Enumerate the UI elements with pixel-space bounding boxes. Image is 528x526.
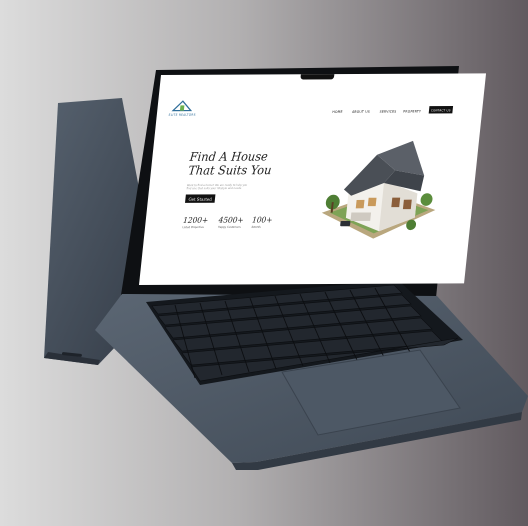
stat-awards: 100+ Awards (251, 215, 273, 229)
website-screen: ELITE REALTORS HOME ABOUT US SERVICES PR… (139, 73, 487, 285)
nav-about-us[interactable]: ABOUT US (352, 110, 370, 114)
hero-subtitle: Want to find a home? We are ready to hel… (186, 183, 248, 191)
house-logo-icon (171, 100, 193, 112)
contact-us-button[interactable]: CONTACT US (428, 106, 454, 114)
website-navbar: ELITE REALTORS HOME ABOUT US SERVICES PR… (157, 73, 486, 117)
house-illustration (321, 140, 436, 239)
nav-services[interactable]: SERVICES (379, 109, 396, 113)
get-started-button[interactable]: Get Started (185, 194, 216, 203)
nav-home[interactable]: HOME (332, 110, 343, 114)
stat-listed-properties: 1200+ Listed Properties (182, 215, 209, 230)
nav-property[interactable]: PROPERTY (403, 109, 421, 113)
hero-title: Find A House That Suits You (187, 148, 273, 178)
stat-happy-customers: 4500+ Happy Customers (217, 215, 245, 229)
logo-text: ELITE REALTORS (168, 112, 196, 117)
